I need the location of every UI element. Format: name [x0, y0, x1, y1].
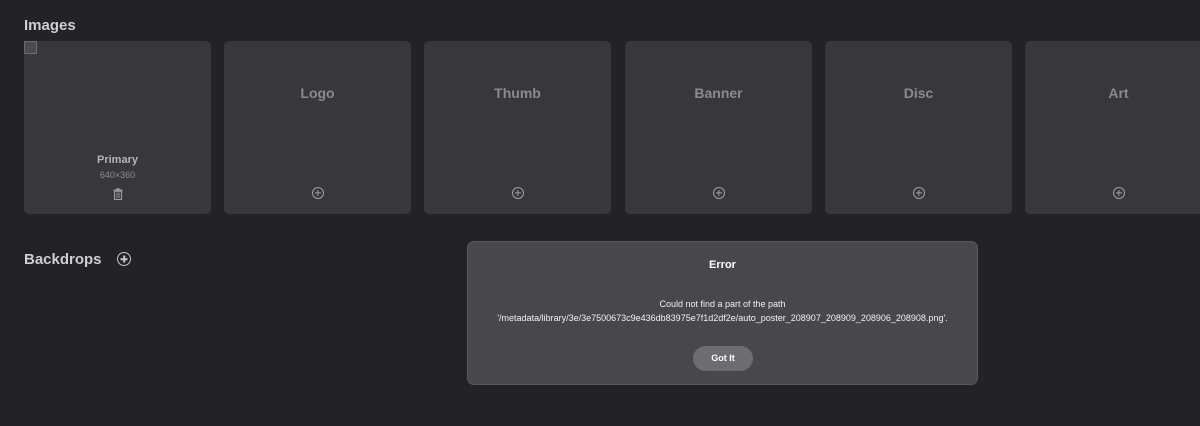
- plus-circle-icon[interactable]: [311, 187, 324, 199]
- got-it-button[interactable]: Got It: [693, 346, 753, 371]
- plus-circle-icon[interactable]: [511, 187, 524, 199]
- image-card-logo: Logo: [224, 41, 411, 214]
- plus-circle-icon[interactable]: [912, 187, 925, 199]
- image-cards-row: Primary 640×360 Logo Thumb Banner Disc A…: [24, 41, 1200, 215]
- image-card-label: Logo: [300, 85, 335, 101]
- plus-circle-icon[interactable]: [1112, 187, 1125, 199]
- image-card-label: Disc: [903, 85, 934, 101]
- add-backdrop-icon[interactable]: [117, 252, 131, 266]
- dialog-title: Error: [709, 259, 736, 271]
- error-dialog: Error Could not find a part of the path …: [467, 241, 978, 385]
- image-card-label: Banner: [694, 85, 743, 101]
- dialog-message: Could not find a part of the path '/meta…: [468, 297, 977, 325]
- image-card-disc: Disc: [825, 41, 1012, 214]
- images-section-title: Images: [24, 17, 76, 34]
- image-card-label: Thumb: [494, 85, 541, 101]
- dialog-message-line: '/metadata/library/3e/3e7500673c9e436db8…: [497, 313, 948, 323]
- image-card-art: Art: [1025, 41, 1200, 214]
- broken-image-icon: [24, 41, 37, 54]
- image-card-dimensions: 640×360: [99, 170, 136, 180]
- image-card-banner: Banner: [625, 41, 812, 214]
- metadata-images-page: Images Primary 640×360 Logo Thumb Banner: [0, 0, 1200, 426]
- backdrops-section-title: Backdrops: [24, 251, 102, 268]
- image-card-name: Primary: [97, 154, 138, 166]
- plus-circle-icon[interactable]: [712, 187, 725, 199]
- image-card-label: Art: [1108, 85, 1129, 101]
- image-card-thumb: Thumb: [424, 41, 611, 214]
- image-card-primary[interactable]: Primary 640×360: [24, 41, 211, 214]
- trash-icon[interactable]: [113, 188, 123, 200]
- dialog-message-line: Could not find a part of the path: [659, 299, 786, 309]
